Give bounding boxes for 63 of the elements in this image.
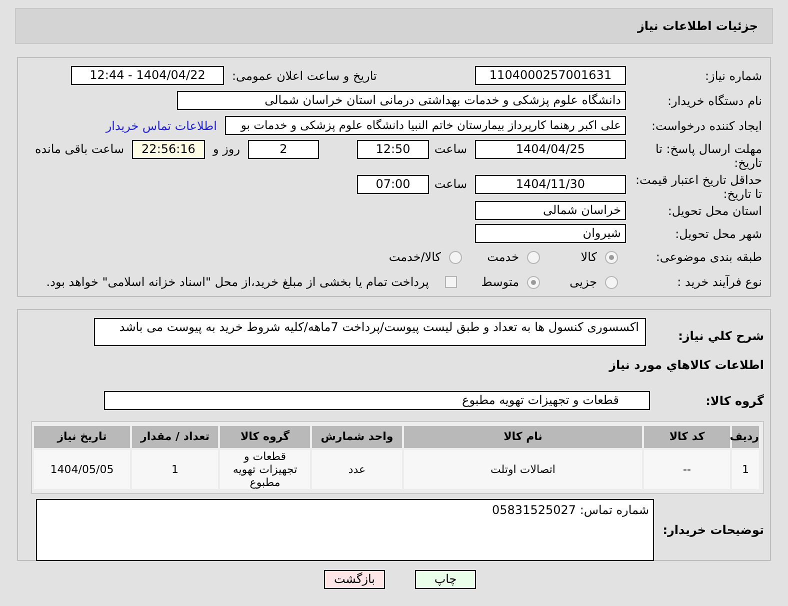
field-label: طبقه بندی موضوعی: — [654, 250, 762, 264]
checkbox-label: پرداخت تمام یا بخشی از مبلغ خرید،از محل "اسناد خزانه اسلامی" خواهد بود. — [46, 274, 429, 291]
field-label: ساعت — [437, 142, 467, 156]
column-header: واحد شمارش — [312, 426, 402, 448]
text-field[interactable]: 1404/04/22 - 12:44 — [71, 66, 224, 85]
field-label: ساعت باقی مانده — [34, 142, 124, 156]
text-field[interactable]: خراسان شمالی — [475, 201, 626, 220]
text-field[interactable]: علی اکبر رهنما کارپرداز بیمارستان خاتم النبیا دانشگاه علوم پزشکی و خدمات بو — [225, 116, 626, 135]
column-header: کد کالا — [644, 426, 730, 448]
field-label: روز و — [213, 142, 240, 156]
table-cell: 1 — [132, 450, 218, 489]
buyer-contact-link[interactable]: اطلاعات تماس خریدار — [106, 116, 217, 134]
column-header: تاریخ نیاز — [34, 426, 130, 448]
table-cell: قطعات و تجهیزات تهویه مطبوع — [220, 450, 310, 489]
text-field[interactable]: دانشگاه علوم پزشکی و خدمات بهداشتی درمانی استان خراسان شمالی — [177, 91, 626, 110]
column-header: گروه کالا — [220, 426, 310, 448]
field-label: نام دستگاه خریدار: — [666, 94, 762, 108]
section-heading: اطلاعات کالاهاي مورد نياز — [609, 357, 764, 374]
radio-label: خدمت — [487, 249, 519, 266]
table-cell: اتصالات اوتلت — [404, 450, 642, 489]
field-label: تاریخ و ساعت اعلان عمومی: — [232, 68, 378, 82]
column-header: تعداد / مقدار — [132, 426, 218, 448]
field-label: گروه کالا: — [704, 392, 764, 410]
print-button[interactable]: چاپ — [415, 570, 476, 589]
text-field[interactable]: شیروان — [475, 224, 626, 243]
text-field[interactable]: 22:56:16 — [132, 140, 205, 159]
text-field[interactable]: 1404/11/30 — [475, 175, 626, 194]
field-label: استان محل تحویل: — [666, 204, 762, 218]
field-label: شرح کلي نياز: — [677, 328, 764, 345]
text-field[interactable]: قطعات و تجهیزات تهویه مطبوع — [104, 391, 650, 410]
back-button[interactable]: بازگشت — [324, 570, 385, 589]
radio-label: جزیی — [570, 274, 597, 291]
field-label: مهلت ارسال پاسخ: تا تاریخ: — [654, 142, 762, 170]
radio-label: کالا/خدمت — [388, 249, 441, 266]
radio-button[interactable] — [449, 250, 462, 264]
field-label: ساعت — [437, 177, 467, 191]
column-header: ردیف — [732, 426, 759, 448]
field-label: توضیحات خریدار: — [662, 522, 764, 539]
table-cell: 1 — [732, 450, 759, 489]
text-field[interactable]: 2 — [248, 140, 319, 159]
column-header: نام کالا — [404, 426, 642, 448]
field-label: شهر محل تحویل: — [674, 226, 762, 240]
field-label: شماره نیاز: — [704, 68, 762, 82]
text-field[interactable]: 1404/04/25 — [475, 140, 626, 159]
field-label: حداقل تاریخ اعتبار قیمت: تا تاریخ: — [634, 173, 762, 201]
radio-button[interactable] — [605, 250, 618, 264]
field-label: ایجاد کننده درخواست: — [650, 118, 762, 132]
text-field[interactable]: 1104000257001631 — [475, 66, 626, 85]
radio-button[interactable] — [605, 276, 618, 288]
description-box[interactable]: اکسسوری کنسول ها به تعداد و طبق لیست پیوست/پرداخت 7ماهه/کلیه شروط خرید به پیوست می باشد — [94, 318, 646, 346]
text-field[interactable]: 07:00 — [357, 175, 429, 194]
table-cell: عدد — [312, 450, 402, 489]
radio-button[interactable] — [527, 276, 540, 288]
table-cell: 1404/05/05 — [34, 450, 130, 489]
notes-box[interactable]: شماره تماس: 05831525027 — [36, 499, 654, 561]
radio-label: کالا — [580, 249, 597, 266]
page-title: جزئیات اطلاعات نیاز — [637, 18, 758, 35]
text-field[interactable]: 12:50 — [357, 140, 429, 159]
radio-button[interactable] — [527, 250, 540, 264]
radio-label: متوسط — [481, 274, 519, 291]
field-label: نوع فرآیند خرید : — [676, 275, 762, 289]
checkbox[interactable] — [445, 276, 457, 288]
table-cell: -- — [644, 450, 730, 489]
